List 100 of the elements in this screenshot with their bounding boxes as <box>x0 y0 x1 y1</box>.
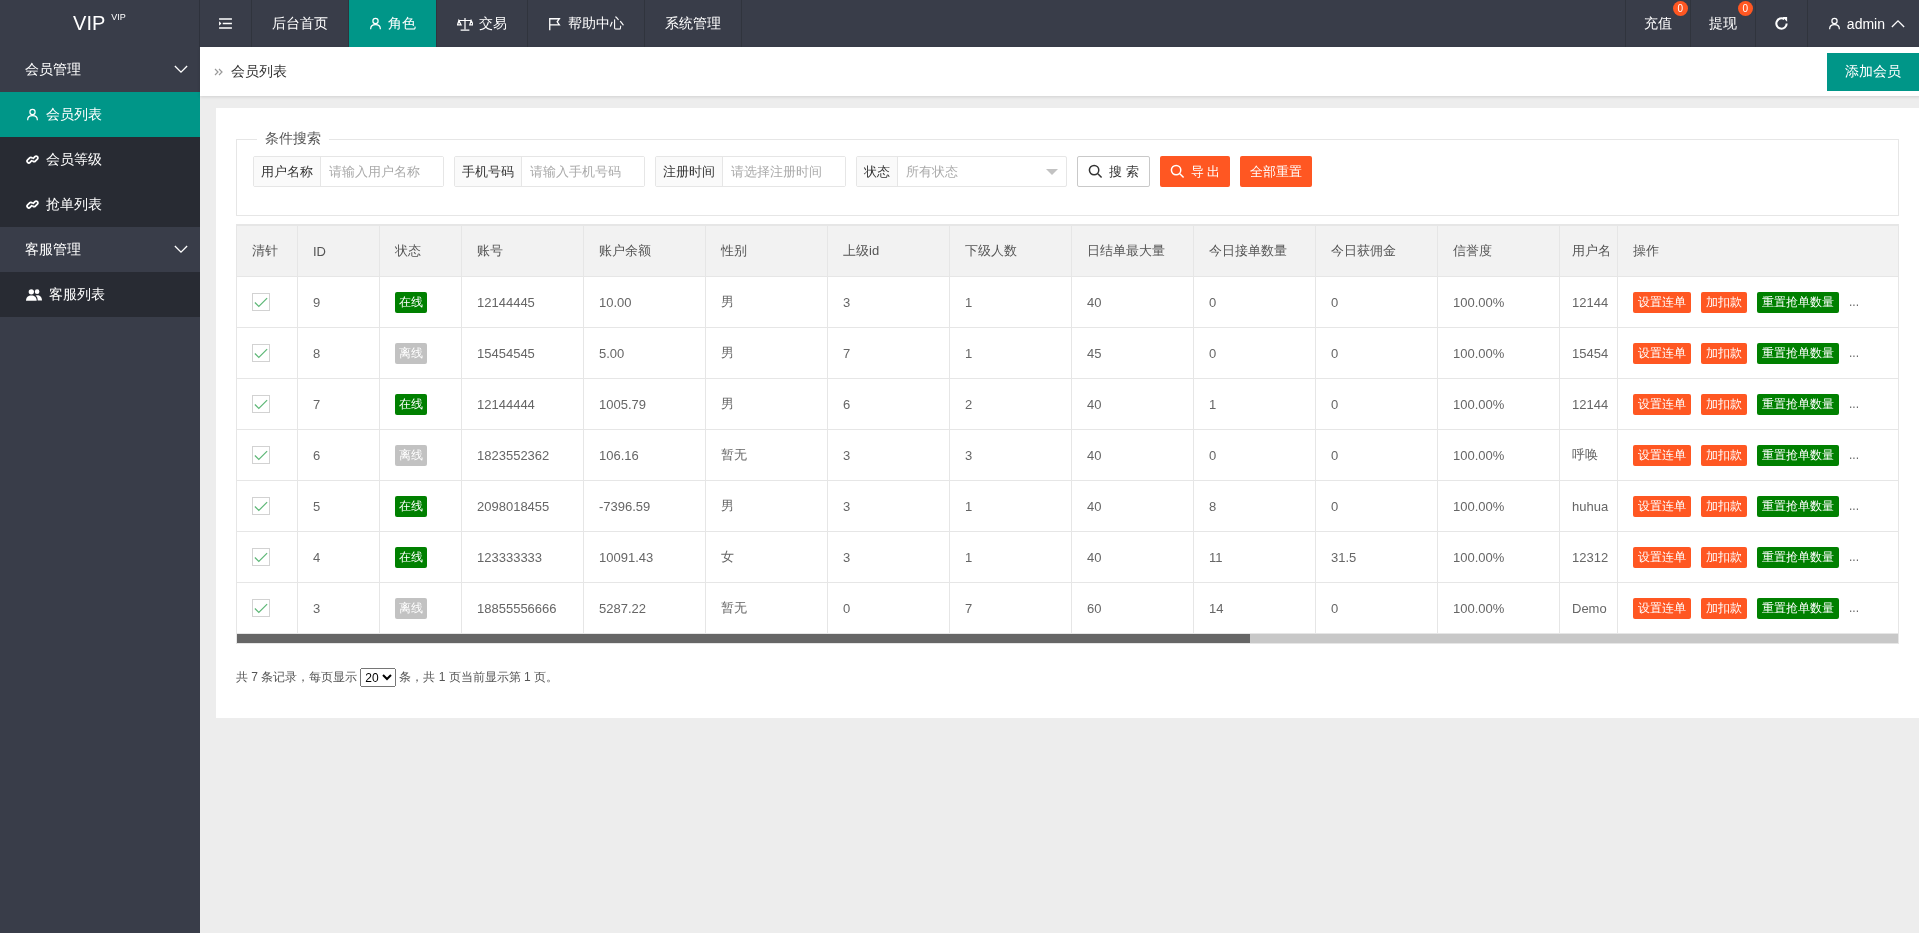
adjust-balance-button[interactable]: 加扣款 <box>1701 495 1747 517</box>
set-chain-button[interactable]: 设置连单 <box>1633 393 1691 415</box>
table-cell: 1 <box>965 294 973 310</box>
nav-tab[interactable]: 角色 <box>349 0 437 47</box>
set-chain-button[interactable]: 设置连单 <box>1633 291 1691 313</box>
reset-count-button[interactable]: 重置抢单数量 <box>1757 546 1839 568</box>
status-select[interactable]: 状态 所有状态 <box>856 156 1067 187</box>
table-cell: 4 <box>313 549 321 565</box>
link-icon <box>26 198 39 211</box>
set-chain-button[interactable]: 设置连单 <box>1633 546 1691 568</box>
checkbox[interactable] <box>252 548 270 566</box>
checkbox[interactable] <box>252 497 270 515</box>
more-link[interactable]: ... <box>1849 448 1859 462</box>
table-cell: 6 <box>313 447 321 463</box>
more-link[interactable]: ... <box>1849 499 1859 513</box>
table-cell: 40 <box>1087 396 1102 412</box>
adjust-balance-button[interactable]: 加扣款 <box>1701 597 1747 619</box>
table-cell: 10.00 <box>599 294 632 310</box>
table-cell: 15454 <box>1572 345 1609 361</box>
export-button[interactable]: 导 出 <box>1159 156 1231 187</box>
search-field[interactable]: 手机号码 请输入手机号码 <box>454 156 645 187</box>
column-header: ID <box>297 225 380 277</box>
add-member-button[interactable]: 添加会员 <box>1827 52 1919 91</box>
count-badge: 0 <box>1672 1 1688 16</box>
table-cell: 0 <box>1331 447 1339 463</box>
more-link[interactable]: ... <box>1849 550 1859 564</box>
table-cell: 1 <box>1209 396 1217 412</box>
table-cell: 暂无 <box>721 447 747 462</box>
reset-count-button[interactable]: 重置抢单数量 <box>1757 444 1839 466</box>
more-link[interactable]: ... <box>1849 601 1859 615</box>
reset-button[interactable]: 全部重置 <box>1240 156 1313 187</box>
search-icon <box>1088 164 1103 179</box>
flag-icon <box>548 16 562 31</box>
set-chain-button[interactable]: 设置连单 <box>1633 342 1691 364</box>
column-header: 今日接单数量 <box>1193 225 1316 277</box>
table-cell: 9 <box>313 294 321 310</box>
table-cell: 100.00% <box>1453 600 1505 616</box>
checkbox[interactable] <box>252 599 270 617</box>
status-tag: 在线 <box>395 546 427 568</box>
table-cell: -7396.59 <box>599 498 651 514</box>
checkbox[interactable] <box>252 446 270 464</box>
status-tag: 在线 <box>395 495 427 517</box>
column-header: 账号 <box>461 225 584 277</box>
checkbox[interactable] <box>252 395 270 413</box>
set-chain-button[interactable]: 设置连单 <box>1633 444 1691 466</box>
table-cell: 7 <box>313 396 321 412</box>
table-cell: 6 <box>843 396 851 412</box>
link-icon <box>26 153 39 166</box>
table-cell: 40 <box>1087 294 1102 310</box>
table-cell: 12144445 <box>477 294 535 310</box>
more-link[interactable]: ... <box>1849 295 1859 309</box>
adjust-balance-button[interactable]: 加扣款 <box>1701 546 1747 568</box>
table-cell: 100.00% <box>1453 396 1505 412</box>
column-header: 上级id <box>827 225 950 277</box>
table-cell: 3 <box>843 447 851 463</box>
scrollbar-thumb[interactable] <box>237 634 1251 643</box>
checkbox[interactable] <box>252 344 270 362</box>
table-cell: 3 <box>843 498 851 514</box>
search-field[interactable]: 注册时间 请选择注册时间 <box>655 156 846 187</box>
pagination-text: 共 7 条记录，每页显示 <box>236 669 358 686</box>
set-chain-button[interactable]: 设置连单 <box>1633 495 1691 517</box>
reset-count-button[interactable]: 重置抢单数量 <box>1757 342 1839 364</box>
caret-icon <box>1891 19 1905 28</box>
set-chain-button[interactable]: 设置连单 <box>1633 597 1691 619</box>
sidebar-item[interactable]: 会员等级 <box>0 137 200 182</box>
more-link[interactable]: ... <box>1849 346 1859 360</box>
sidebar-item[interactable]: 抢单列表 <box>0 182 200 227</box>
table-cell: 5287.22 <box>599 600 646 616</box>
reset-count-button[interactable]: 重置抢单数量 <box>1757 597 1839 619</box>
reset-count-button[interactable]: 重置抢单数量 <box>1757 291 1839 313</box>
adjust-balance-button[interactable]: 加扣款 <box>1701 393 1747 415</box>
search-button[interactable]: 搜 索 <box>1077 156 1150 187</box>
reset-count-button[interactable]: 重置抢单数量 <box>1757 495 1839 517</box>
column-header: 账户余额 <box>583 225 706 277</box>
adjust-balance-button[interactable]: 加扣款 <box>1701 444 1747 466</box>
chevrons-icon <box>214 67 224 76</box>
table-cell: 3 <box>965 447 973 463</box>
checkbox[interactable] <box>252 293 270 311</box>
adjust-balance-button[interactable]: 加扣款 <box>1701 342 1747 364</box>
status-tag: 在线 <box>395 393 427 415</box>
table-cell: 0 <box>1209 294 1217 310</box>
table-cell: huhua <box>1572 498 1609 514</box>
horizontal-scrollbar[interactable] <box>237 634 1898 643</box>
sidebar-item[interactable]: 会员列表 <box>0 92 200 137</box>
table-cell: 1 <box>965 498 973 514</box>
reset-count-button[interactable]: 重置抢单数量 <box>1757 393 1839 415</box>
more-link[interactable]: ... <box>1849 397 1859 411</box>
table-cell: 0 <box>1209 447 1217 463</box>
adjust-balance-button[interactable]: 加扣款 <box>1701 291 1747 313</box>
sidebar-item[interactable]: 客服列表 <box>0 272 200 317</box>
table-cell: 18855556666 <box>477 600 557 616</box>
column-header: 用户名 <box>1559 225 1618 277</box>
table-cell: 5.00 <box>599 345 625 361</box>
field-label: 手机号码 <box>455 157 522 186</box>
table-cell: 呼唤 <box>1572 447 1598 462</box>
search-field[interactable]: 用户名称 请输入用户名称 <box>253 156 444 187</box>
table-cell: 100.00% <box>1453 345 1505 361</box>
page-size-select[interactable]: 20 <box>360 668 397 687</box>
table-cell: 男 <box>721 294 734 309</box>
table-cell: 10091.43 <box>599 549 654 565</box>
